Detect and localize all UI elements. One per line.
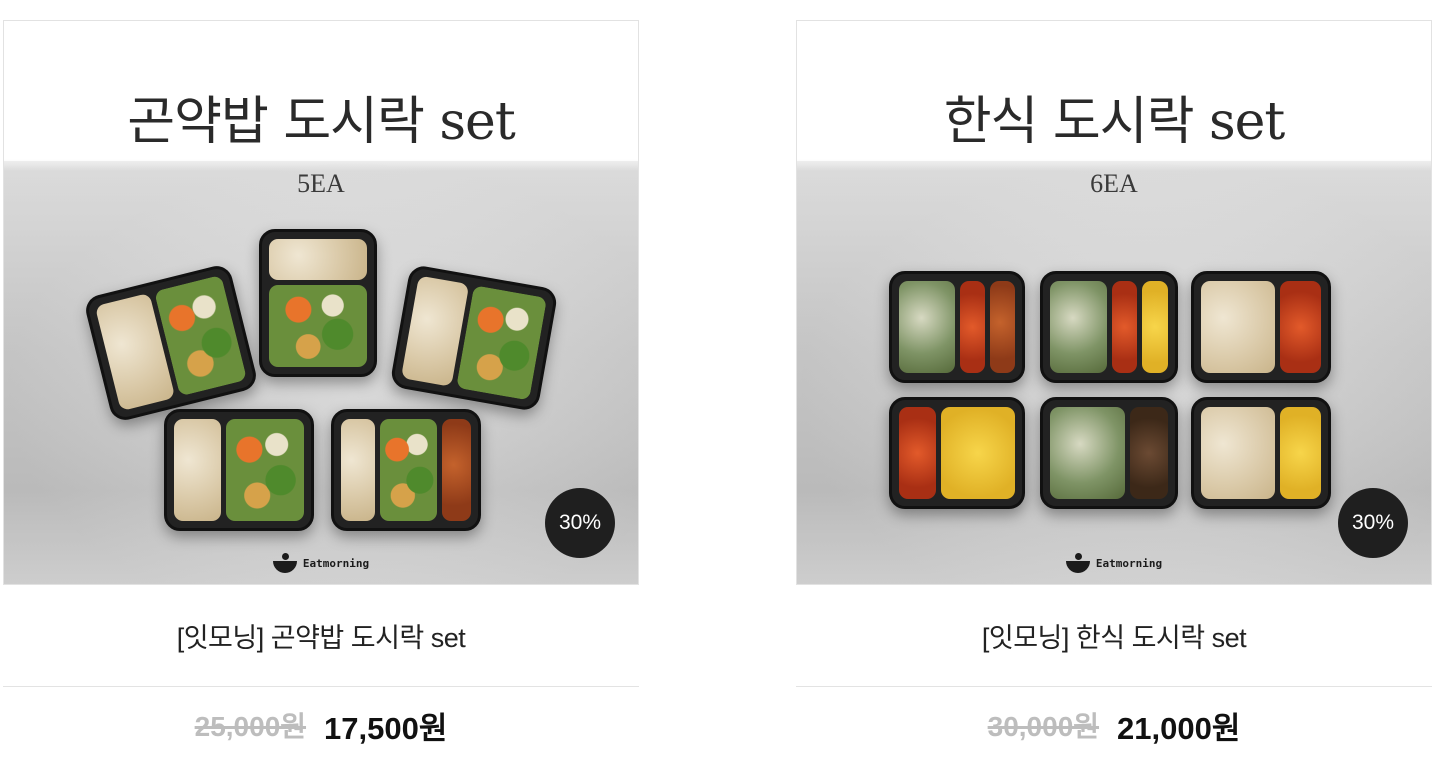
price-row: 30,000원 21,000원 (796, 687, 1432, 763)
lunchbox-tray (259, 229, 377, 377)
product-card-konjac[interactable]: 곤약밥 도시락 set 5EA 30% Eatmorning [잇모닝] 곤약밥… (3, 20, 639, 763)
original-price: 25,000원 (194, 711, 307, 742)
original-price: 30,000원 (987, 711, 1100, 742)
discount-badge: 30% (545, 488, 615, 558)
product-name[interactable]: [잇모닝] 곤약밥 도시락 set (3, 585, 639, 687)
product-name[interactable]: [잇모닝] 한식 도시락 set (796, 585, 1432, 687)
price-row: 25,000원 17,500원 (3, 687, 639, 763)
sale-price: 21,000원 (1117, 710, 1241, 746)
brand-logo: Eatmorning (4, 553, 638, 573)
lunchbox-tray (889, 271, 1025, 383)
bowl-icon (272, 553, 297, 573)
product-image[interactable]: 한식 도시락 set 6EA 30% Eatmorning (796, 20, 1432, 585)
product-image[interactable]: 곤약밥 도시락 set 5EA 30% Eatmorning (3, 20, 639, 585)
lunchbox-tray (1040, 397, 1178, 509)
lunchbox-tray (82, 262, 260, 424)
lunchbox-tray (889, 397, 1025, 509)
image-quantity: 6EA (1090, 169, 1138, 198)
image-quantity: 5EA (297, 169, 345, 198)
bowl-icon (1065, 553, 1090, 573)
product-grid: 곤약밥 도시락 set 5EA 30% Eatmorning [잇모닝] 곤약밥… (0, 0, 1434, 768)
discount-badge: 30% (1338, 488, 1408, 558)
sale-price: 17,500원 (324, 710, 448, 746)
brand-name: Eatmorning (1095, 556, 1163, 570)
lunchbox-tray (1191, 271, 1331, 383)
product-card-korean[interactable]: 한식 도시락 set 6EA 30% Eatmorning [잇모닝] 한식 도… (796, 20, 1432, 763)
image-title: 곤약밥 도시락 set (127, 92, 515, 152)
lunchbox-tray (389, 263, 559, 413)
image-title: 한식 도시락 set (943, 92, 1286, 152)
brand-name: Eatmorning (302, 556, 370, 570)
lunchbox-tray (1040, 271, 1178, 383)
lunchbox-tray (331, 409, 481, 531)
lunchbox-tray (164, 409, 314, 531)
lunchbox-tray (1191, 397, 1331, 509)
brand-logo: Eatmorning (797, 553, 1431, 573)
